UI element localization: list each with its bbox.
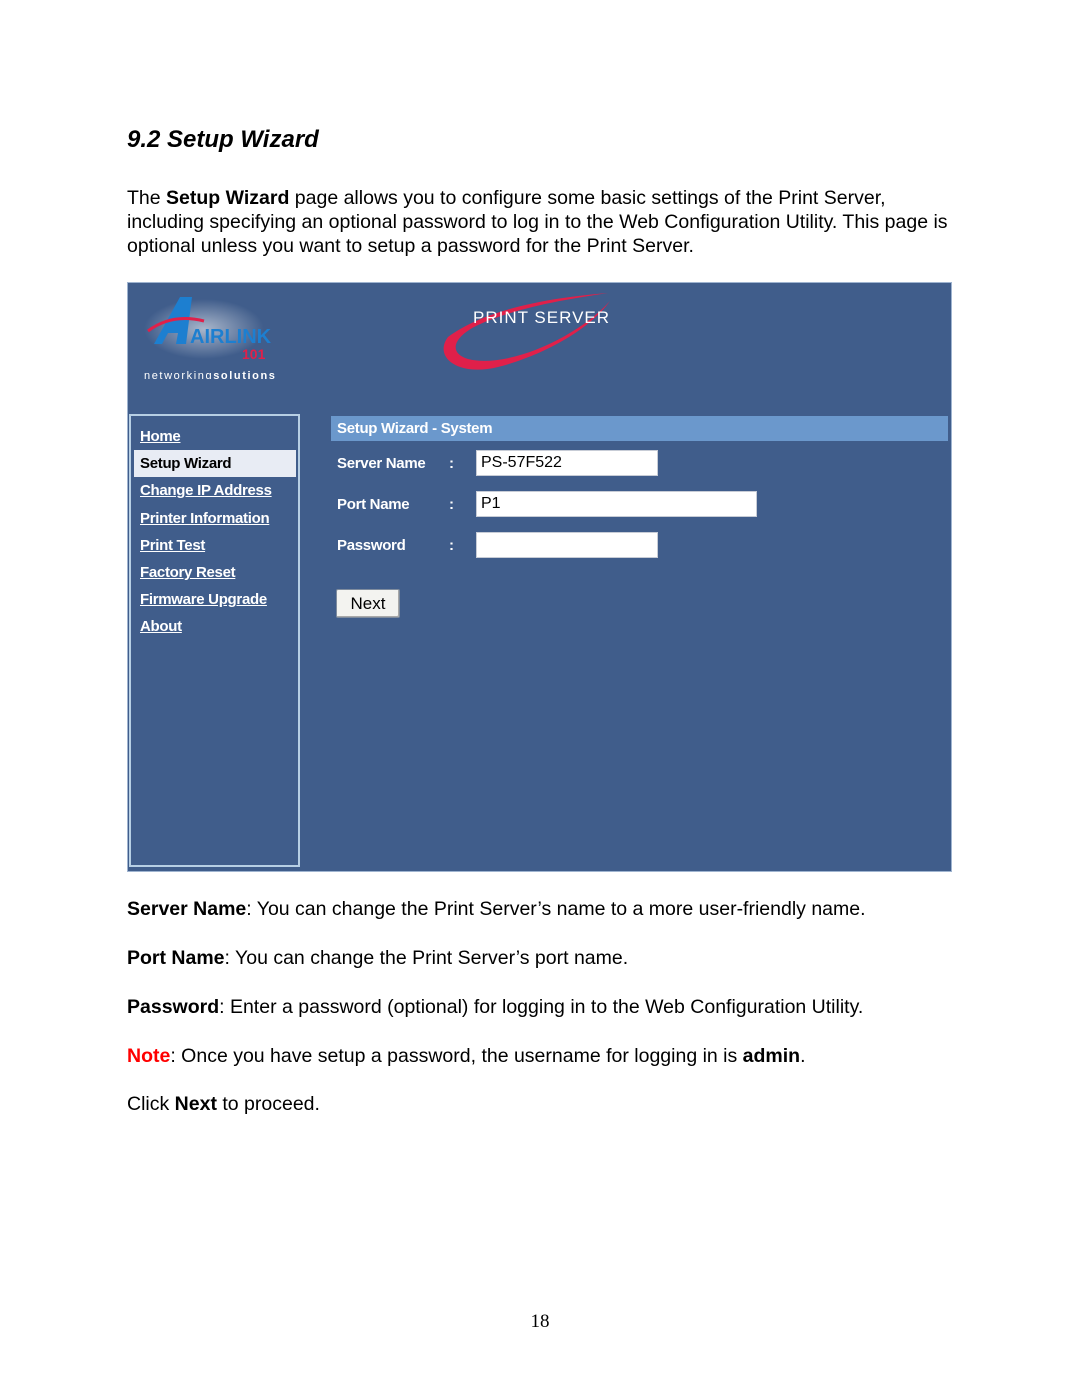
port-name-separator: :: [449, 495, 454, 513]
server-name-label: Server Name: [337, 454, 426, 472]
intro-paragraph: The Setup Wizard page allows you to conf…: [127, 186, 967, 258]
port-name-description: Port Name: You can change the Print Serv…: [127, 947, 628, 970]
password-description: Password: Enter a password (optional) fo…: [127, 996, 863, 1019]
airlink-logo-icon: AIRLINK 101 networkingsolutions: [144, 297, 277, 382]
tagline-light: networking: [144, 370, 213, 379]
nav-link-about[interactable]: About: [140, 618, 182, 635]
password-separator: :: [449, 536, 454, 554]
click-next-pre: Click: [127, 1093, 175, 1115]
note-end: .: [800, 1045, 806, 1067]
server-name-separator: :: [449, 454, 454, 472]
nav-item-print-test[interactable]: Print Test: [131, 532, 298, 559]
print-server-swoosh-icon: PRINT SERVER: [443, 293, 610, 370]
nav-link-printer-information[interactable]: Printer Information: [140, 510, 270, 527]
password-term: Password: [127, 996, 220, 1018]
nav-link-home[interactable]: Home: [140, 428, 181, 445]
nav-item-factory-reset[interactable]: Factory Reset: [131, 559, 298, 586]
nav-link-print-test[interactable]: Print Test: [140, 537, 205, 554]
nav-link-setup-wizard[interactable]: Setup Wizard: [140, 455, 232, 472]
print-server-screenshot: AIRLINK 101 networkingsolutions PRINT SE…: [127, 282, 952, 872]
port-name-term: Port Name: [127, 947, 225, 969]
nav-item-about[interactable]: About: [131, 613, 298, 640]
intro-bold-term: Setup Wizard: [166, 187, 290, 209]
password-row: Password :: [337, 532, 658, 558]
click-next-bold: Next: [174, 1093, 217, 1115]
note-paragraph: Note: Once you have setup a password, th…: [127, 1045, 806, 1068]
server-name-description: Server Name: You can change the Print Se…: [127, 898, 866, 921]
port-name-row: Port Name :: [337, 491, 757, 517]
server-name-text: : You can change the Print Server’s name…: [246, 898, 866, 920]
svg-text:networkingsolutions: networkingsolutions: [144, 370, 277, 379]
nav-item-printer-information[interactable]: Printer Information: [131, 505, 298, 532]
section-heading: 9.2 Setup Wizard: [127, 126, 319, 153]
note-username: admin: [742, 1045, 801, 1067]
next-button[interactable]: Next: [336, 589, 400, 618]
nav-item-firmware-upgrade[interactable]: Firmware Upgrade: [131, 586, 298, 613]
password-text: : Enter a password (optional) for loggin…: [219, 996, 864, 1018]
port-name-input[interactable]: [476, 491, 757, 517]
note-text: : Once you have setup a password, the us…: [170, 1045, 743, 1067]
password-label: Password: [337, 536, 406, 554]
nav-link-firmware-upgrade[interactable]: Firmware Upgrade: [140, 591, 267, 608]
server-name-row: Server Name :: [337, 450, 658, 476]
port-name-label: Port Name: [337, 495, 410, 513]
panel-title: Setup Wizard - System: [331, 416, 948, 441]
airlink-101: 101: [242, 346, 266, 362]
nav-item-change-ip-address[interactable]: Change IP Address: [131, 477, 298, 504]
tagline-bold: solutions: [213, 370, 276, 379]
server-name-term: Server Name: [127, 898, 247, 920]
port-name-text: : You can change the Print Server’s port…: [224, 947, 629, 969]
click-next-instruction: Click Next to proceed.: [127, 1093, 320, 1116]
nav-link-change-ip-address[interactable]: Change IP Address: [140, 482, 272, 499]
click-next-post: to proceed.: [216, 1093, 320, 1115]
nav-item-setup-wizard[interactable]: Setup Wizard: [134, 450, 296, 478]
nav-item-home[interactable]: Home: [131, 423, 298, 450]
password-input[interactable]: [476, 532, 658, 558]
airlink-wordmark: AIRLINK: [190, 326, 272, 348]
nav-link-factory-reset[interactable]: Factory Reset: [140, 564, 236, 581]
note-label: Note: [127, 1045, 171, 1067]
print-server-wordmark: PRINT SERVER: [473, 308, 610, 327]
sidebar-nav: Home Setup Wizard Change IP Address Prin…: [129, 414, 300, 867]
print-server-logo: PRINT SERVER: [438, 287, 628, 375]
page-number: 18: [530, 1311, 550, 1332]
server-name-input[interactable]: [476, 450, 658, 476]
intro-text: The: [127, 187, 167, 209]
airlink-logo: AIRLINK 101 networkingsolutions: [142, 289, 322, 382]
